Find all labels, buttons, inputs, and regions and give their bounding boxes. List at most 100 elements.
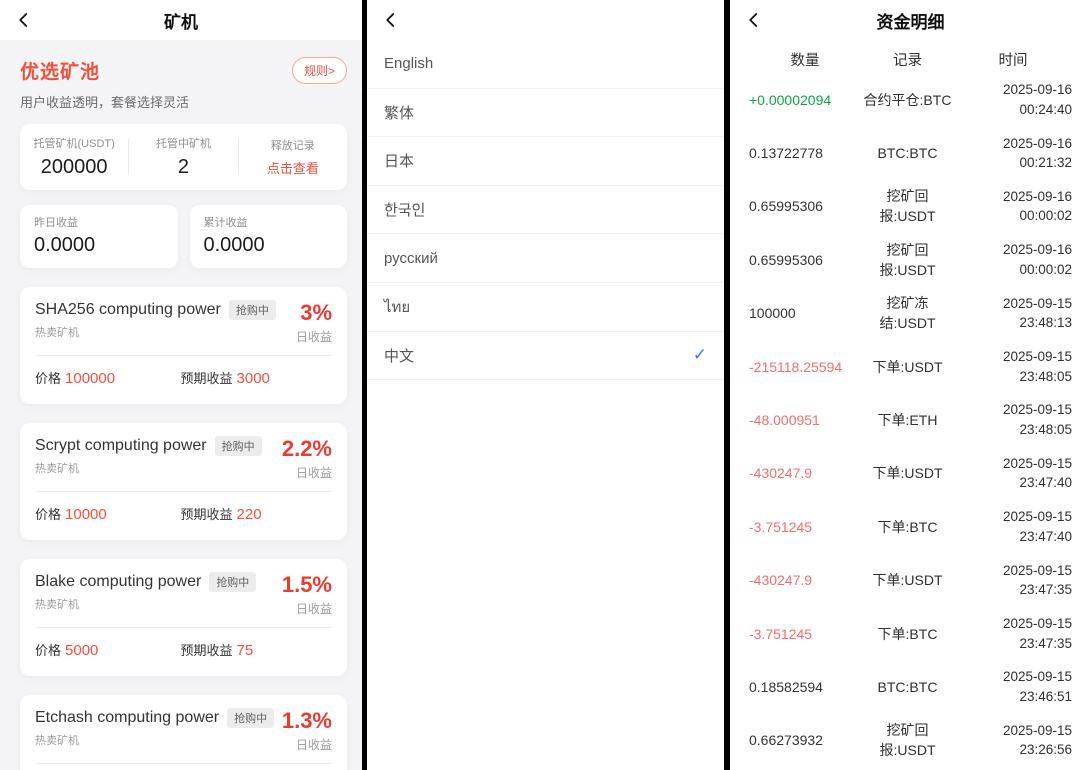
- table-row: -215118.25594 下单:USDT 2025-09-15 23:48:05: [730, 340, 1091, 393]
- date-text: 2025-09-15: [1002, 562, 1072, 578]
- pool-header: 优选矿池 规则>: [20, 57, 347, 84]
- mining-product-card[interactable]: Etchash computing power 抢购中 热卖矿机 1.3% 日收…: [20, 695, 347, 770]
- record-value: 合约平仓:BTC: [863, 91, 952, 108]
- daily-rate-value: 2.2%: [281, 436, 332, 461]
- record-value: 下单:BTC: [877, 518, 938, 535]
- miner-header: 矿机: [0, 0, 362, 40]
- expected-label: 预期收益: [180, 643, 233, 658]
- page-title: 矿机: [164, 12, 198, 32]
- back-button[interactable]: [380, 9, 402, 31]
- price-label: 价格: [35, 371, 62, 386]
- language-option-traditional-chinese[interactable]: 繁体: [367, 88, 724, 138]
- time-value: 2025-09-15 23:48:05: [954, 400, 1072, 439]
- product-name: Scrypt computing power: [35, 437, 207, 454]
- language-option-chinese-selected[interactable]: 中文 ✓: [367, 331, 724, 381]
- status-badge: 抢购中: [227, 708, 275, 728]
- table-row: 0.66273932 挖矿回报:USDT 2025-09-15 23:26:56: [730, 714, 1091, 767]
- hosting-count-value: 2: [177, 156, 190, 178]
- expected-label: 预期收益: [180, 371, 233, 386]
- expected-value: 220: [236, 506, 262, 523]
- hosted-miner-label: 托管矿机(USDT): [33, 138, 115, 150]
- hosting-count-label: 托管中矿机: [155, 138, 211, 150]
- clock-text: 23:48:05: [1019, 422, 1072, 438]
- clock-text: 00:21:32: [1019, 155, 1072, 171]
- language-header: [367, 0, 724, 40]
- expected-value: 75: [236, 642, 254, 659]
- miner-screen: 矿机 优选矿池 规则> 用户收益透明，套餐选择灵活 托管矿机(USDT) 200…: [0, 0, 362, 770]
- language-option-korean[interactable]: 한국인: [367, 185, 724, 235]
- daily-rate-label: 日收益: [295, 738, 332, 752]
- amount-value: -3.751245: [749, 518, 813, 535]
- status-badge: 抢购中: [209, 572, 257, 592]
- mining-product-card[interactable]: SHA256 computing power 抢购中 热卖矿机 3% 日收益 价…: [20, 287, 347, 404]
- hosting-count-col: 托管中矿机 2: [129, 135, 237, 179]
- language-label: русский: [384, 249, 438, 267]
- date-text: 2025-09-15: [1002, 669, 1072, 685]
- product-name: SHA256 computing power: [35, 301, 221, 318]
- product-subtitle: 热卖矿机: [35, 463, 79, 475]
- time-value: 2025-09-15 23:47:35: [954, 614, 1072, 653]
- language-screen: English 繁体 日本 한국인 русский ไทย 中文 ✓: [367, 0, 724, 770]
- language-option-thai[interactable]: ไทย: [367, 282, 724, 332]
- rules-button[interactable]: 规则>: [291, 57, 347, 84]
- hosting-summary-card: 托管矿机(USDT) 200000 托管中矿机 2 释放记录 点击查看: [20, 124, 347, 190]
- language-option-english[interactable]: English: [367, 40, 724, 89]
- language-option-russian[interactable]: русский: [367, 234, 724, 283]
- price-value: 100000: [65, 370, 116, 387]
- daily-rate-value: 1.3%: [281, 708, 332, 733]
- table-row: 100000 挖矿冻结:USDT 2025-09-15 23:48:13: [730, 287, 1091, 340]
- clock-text: 00:00:02: [1019, 208, 1072, 224]
- expected-label: 预期收益: [180, 507, 233, 522]
- table-row: 0.65995306 挖矿回报:USDT 2025-09-16 00:00:02: [730, 233, 1091, 286]
- language-label: 한국인: [384, 202, 426, 220]
- amount-value: -48.000951: [749, 412, 820, 429]
- mining-product-card[interactable]: Scrypt computing power 抢购中 热卖矿机 2.2% 日收益…: [20, 423, 347, 540]
- price-value: 10000: [65, 506, 107, 523]
- time-value: 2025-09-16 00:24:40: [954, 80, 1072, 119]
- card-divider: [35, 355, 332, 356]
- back-button[interactable]: [743, 9, 765, 31]
- date-text: 2025-09-16: [1002, 135, 1072, 151]
- record-value: 挖矿回报:USDT: [879, 241, 936, 278]
- amount-value: -215118.25594: [749, 358, 843, 375]
- funds-screen: 资金明细 数量 记录 时间 +0.00002094 合约平仓:BTC 2025-…: [730, 0, 1091, 770]
- product-name: Blake computing power: [35, 573, 202, 590]
- language-label: 日本: [384, 153, 415, 171]
- language-option-japanese[interactable]: 日本: [367, 137, 724, 186]
- time-column-header: 时间: [998, 52, 1028, 69]
- time-value: 2025-09-15 23:48:13: [954, 294, 1072, 333]
- hosted-miner-col: 托管矿机(USDT) 200000: [20, 135, 128, 179]
- yesterday-earnings-value: 0.0000: [34, 234, 96, 256]
- daily-rate-value: 1.5%: [281, 572, 332, 597]
- daily-rate-value: 3%: [300, 300, 332, 325]
- amount-value: 0.18582594: [749, 678, 823, 695]
- amount-value: 100000: [749, 305, 796, 322]
- view-release-record-link[interactable]: 点击查看: [267, 158, 319, 177]
- record-value: 挖矿回报:USDT: [879, 722, 936, 759]
- amount-value: 0.66273932: [749, 732, 823, 749]
- amount-value: 0.65995306: [749, 251, 823, 268]
- mining-product-card[interactable]: Blake computing power 抢购中 热卖矿机 1.5% 日收益 …: [20, 559, 347, 676]
- daily-rate-label: 日收益: [295, 466, 332, 480]
- yesterday-earnings-card: 昨日收益 0.0000: [20, 205, 178, 268]
- clock-text: 23:48:05: [1019, 368, 1072, 384]
- amount-value: +0.00002094: [749, 91, 832, 108]
- clock-text: 00:00:02: [1019, 261, 1072, 277]
- back-button[interactable]: [13, 9, 35, 31]
- clock-text: 23:47:35: [1019, 582, 1072, 598]
- record-value: BTC:BTC: [877, 145, 938, 162]
- record-value: BTC:BTC: [877, 678, 938, 695]
- product-subtitle: 热卖矿机: [35, 599, 79, 611]
- language-label: English: [384, 55, 434, 73]
- clock-text: 23:47:35: [1019, 635, 1072, 651]
- price-label: 价格: [35, 507, 62, 522]
- check-icon: ✓: [692, 345, 707, 365]
- language-list: English 繁体 日本 한국인 русский ไทย 中文 ✓: [367, 40, 724, 381]
- total-earnings-value: 0.0000: [203, 234, 265, 256]
- funds-row-list: +0.00002094 合约平仓:BTC 2025-09-16 00:24:40 …: [730, 73, 1091, 767]
- clock-text: 00:24:40: [1019, 101, 1072, 117]
- total-earnings-card: 累计收益 0.0000: [189, 205, 347, 268]
- funds-header: 资金明细: [730, 0, 1091, 40]
- amount-value: -430247.9: [749, 572, 813, 589]
- date-text: 2025-09-15: [1002, 349, 1072, 365]
